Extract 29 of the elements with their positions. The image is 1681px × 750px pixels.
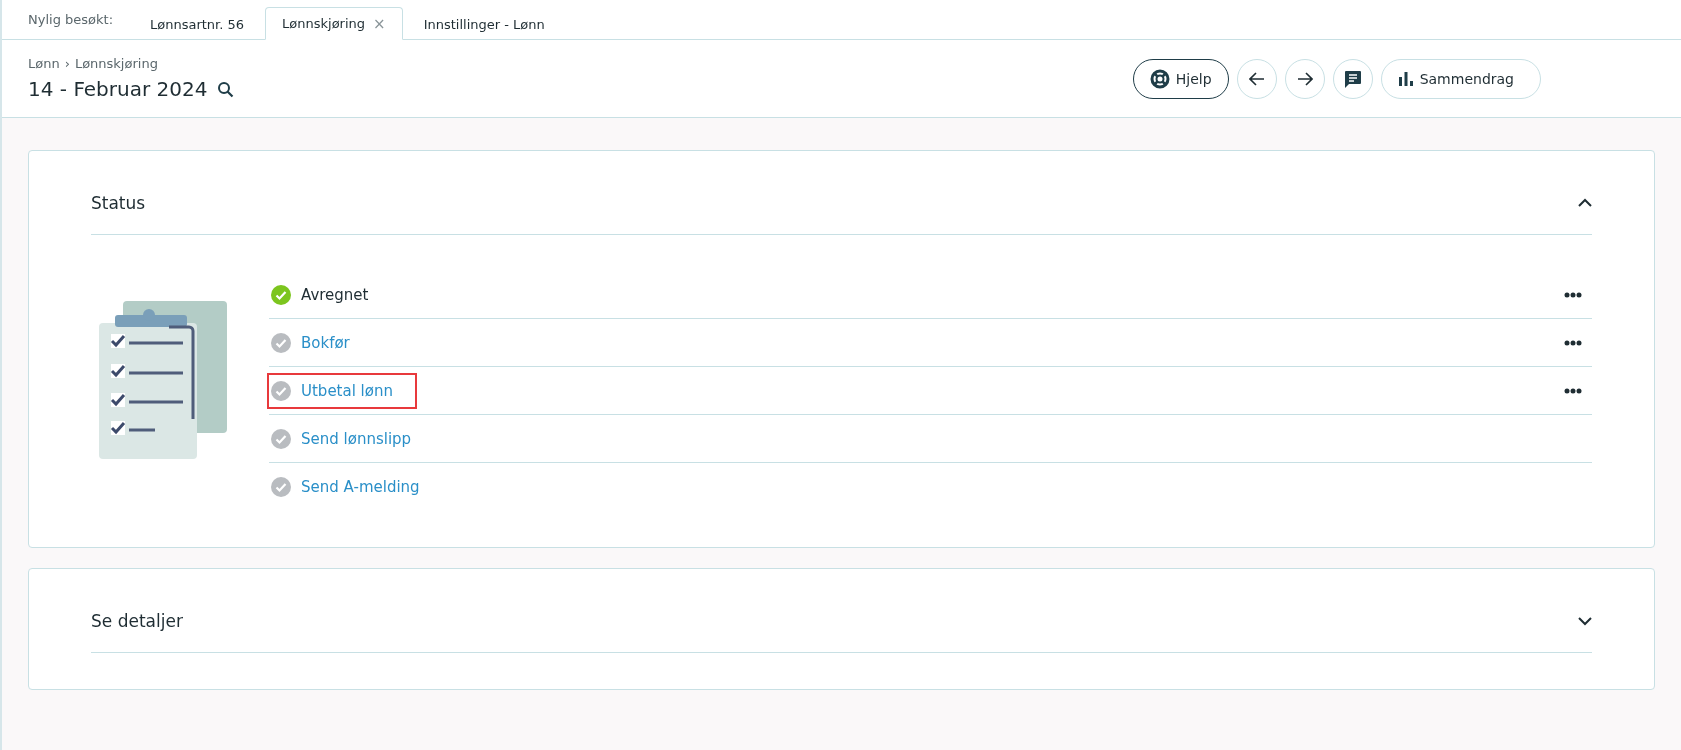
- close-icon[interactable]: ×: [373, 14, 386, 33]
- breadcrumb-separator: ›: [64, 56, 70, 71]
- status-step-link[interactable]: Avregnet: [301, 285, 369, 304]
- more-icon[interactable]: [1564, 387, 1582, 394]
- chevron-up-icon[interactable]: [1578, 197, 1592, 208]
- lifebuoy-icon: [1149, 68, 1170, 89]
- section-title: Se detaljer: [91, 610, 183, 631]
- status-step-link[interactable]: Send lønnslipp: [301, 429, 412, 448]
- recent-tab[interactable]: Lønnsartnr. 56: [133, 7, 262, 40]
- search-icon[interactable]: [217, 80, 235, 98]
- recent-tab[interactable]: Lønnskjøring ×: [265, 7, 403, 40]
- more-icon[interactable]: [1564, 291, 1582, 298]
- summary-button[interactable]: Sammendrag: [1380, 58, 1541, 99]
- bar-chart-icon: [1397, 71, 1414, 86]
- recent-tab[interactable]: Innstillinger - Lønn: [406, 7, 562, 40]
- section-title: Status: [91, 192, 146, 213]
- arrow-right-icon: [1296, 71, 1313, 86]
- page-title: 14 - Februar 2024: [28, 77, 208, 101]
- breadcrumb-item[interactable]: Lønn: [28, 56, 60, 71]
- comment-icon: [1343, 69, 1362, 88]
- status-step-link[interactable]: Bokfør: [301, 333, 350, 352]
- more-icon[interactable]: [1564, 339, 1582, 346]
- recent-label: Nylig besøkt:: [28, 12, 114, 29]
- status-step-link[interactable]: Utbetal lønn: [301, 381, 393, 400]
- breadcrumb-item[interactable]: Lønnskjøring: [74, 56, 158, 71]
- arrow-left-icon: [1248, 71, 1265, 86]
- help-button[interactable]: Hjelp: [1132, 58, 1229, 99]
- chevron-down-icon[interactable]: [1578, 615, 1592, 626]
- status-step-link[interactable]: Send A-melding: [301, 478, 420, 496]
